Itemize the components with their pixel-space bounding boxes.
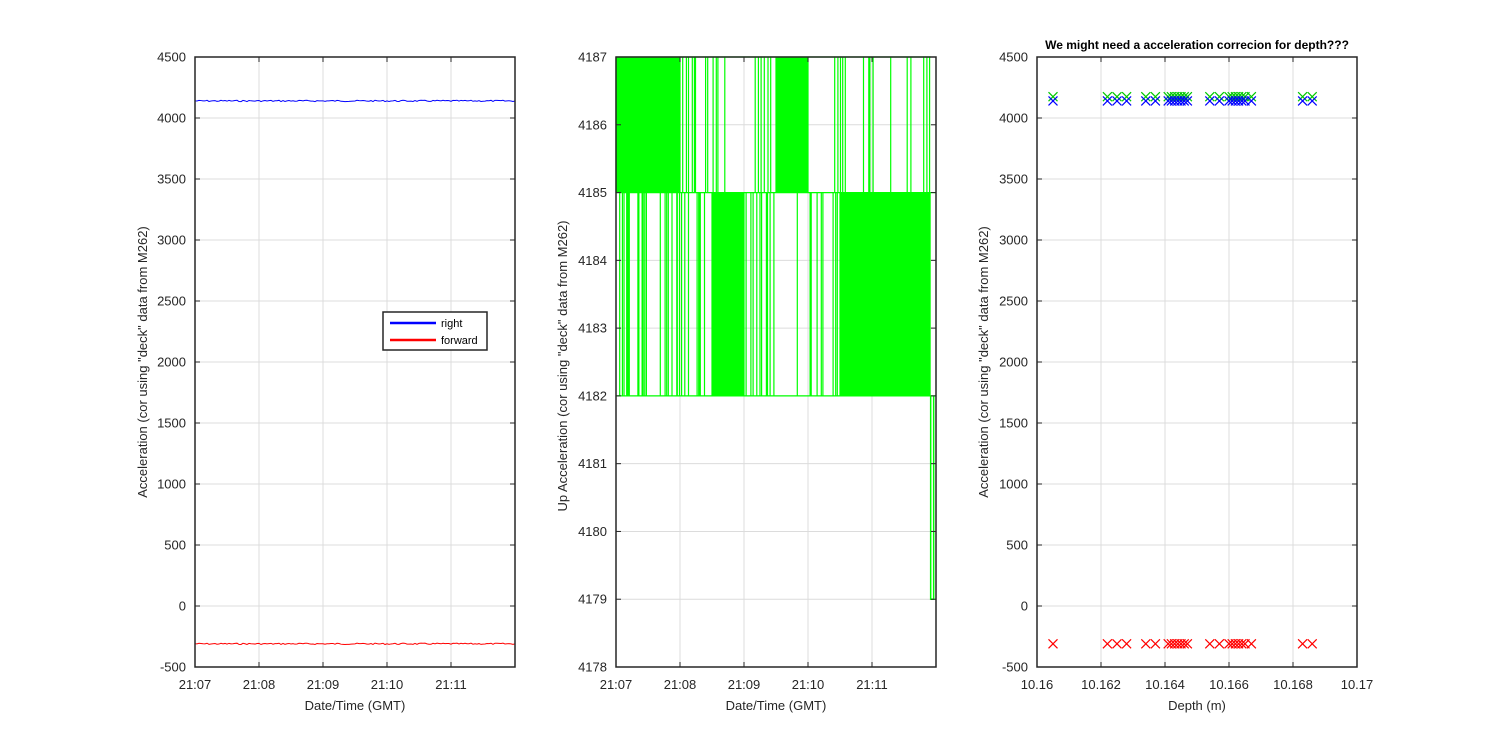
y-tick-label: 2000: [157, 355, 186, 370]
y-tick-label: 4000: [999, 111, 1028, 126]
y-tick-label: 4183: [578, 321, 607, 336]
y-tick-label: 4182: [578, 388, 607, 403]
panel-1-legend: right forward: [382, 311, 488, 351]
y-tick-label: 4187: [578, 50, 607, 65]
y-tick-label: 4180: [578, 524, 607, 539]
y-tick-label: 0: [1021, 599, 1028, 614]
y-tick-label: 3500: [999, 172, 1028, 187]
x-tick-label: 21:11: [856, 677, 888, 692]
y-tick-label: 2500: [157, 294, 186, 309]
y-tick-label: 3000: [999, 233, 1028, 248]
x-tick-label: 21:11: [435, 677, 467, 692]
x-tick-label: 10.164: [1145, 677, 1185, 692]
x-tick-label: 10.168: [1273, 677, 1313, 692]
x-tick-label: 10.162: [1081, 677, 1121, 692]
panel-1-xlabel: Date/Time (GMT): [305, 698, 406, 713]
x-tick-label: 21:10: [792, 677, 825, 692]
x-tick-label: 10.166: [1209, 677, 1249, 692]
y-tick-label: 3000: [157, 233, 186, 248]
panel-3-xlabel: Depth (m): [1168, 698, 1226, 713]
y-tick-label: 0: [179, 599, 186, 614]
y-tick-label: 4184: [578, 253, 607, 268]
panel-2-ylabel: Up Acceleration (cor using "deck" data f…: [555, 220, 570, 511]
panel-1-ylabel: Acceleration (cor using "deck" data from…: [135, 226, 150, 498]
y-tick-label: 4178: [578, 660, 607, 675]
x-tick-label: 21:08: [243, 677, 276, 692]
legend-entry-right: right: [441, 318, 462, 330]
y-tick-label: 1500: [999, 416, 1028, 431]
y-tick-label: 500: [164, 538, 186, 553]
y-tick-label: -500: [1002, 660, 1028, 675]
x-tick-label: 21:07: [179, 677, 212, 692]
x-tick-label: 21:08: [664, 677, 697, 692]
x-tick-label: 10.16: [1021, 677, 1054, 692]
y-tick-label: 4000: [157, 111, 186, 126]
y-tick-label: 1500: [157, 416, 186, 431]
y-tick-label: 4500: [157, 50, 186, 65]
y-tick-label: 4185: [578, 185, 607, 200]
y-tick-label: 1000: [999, 477, 1028, 492]
x-tick-label: 10.17: [1341, 677, 1374, 692]
figure: 21:07 21:08 21:09 21:10 21:11 -500 0 500 1000 150…: [0, 0, 1500, 750]
y-tick-label: 4181: [578, 456, 607, 471]
y-tick-label: 4186: [578, 117, 607, 132]
y-tick-label: 4500: [999, 50, 1028, 65]
x-tick-label: 21:10: [371, 677, 404, 692]
panel-2-xlabel: Date/Time (GMT): [726, 698, 827, 713]
legend-entry-forward: forward: [441, 335, 478, 347]
panel-3-ylabel: Acceleration (cor using "deck" data from…: [976, 226, 991, 498]
x-tick-label: 21:07: [600, 677, 633, 692]
y-tick-label: 2500: [999, 294, 1028, 309]
y-tick-label: -500: [160, 660, 186, 675]
y-tick-label: 1000: [157, 477, 186, 492]
y-tick-label: 500: [1006, 538, 1028, 553]
y-tick-label: 3500: [157, 172, 186, 187]
x-tick-label: 21:09: [307, 677, 340, 692]
y-tick-label: 4179: [578, 592, 607, 607]
y-tick-label: 2000: [999, 355, 1028, 370]
x-tick-label: 21:09: [728, 677, 761, 692]
panel-3-title: We might need a acceleration correcion f…: [1045, 38, 1349, 52]
